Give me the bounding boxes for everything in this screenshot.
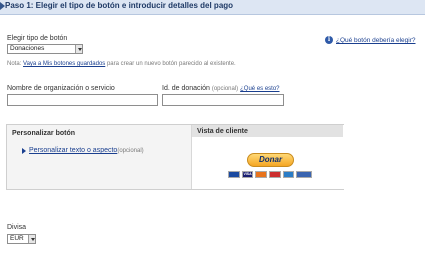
chevron-down-icon (28, 235, 35, 243)
button-type-selected: Donaciones (10, 45, 45, 52)
note-prefix: Nota: (7, 61, 24, 67)
customize-appearance-link[interactable]: Personalizar texto o aspecto (29, 147, 117, 154)
donate-button-preview: Donar (247, 153, 294, 167)
mastercard-icon (255, 171, 268, 178)
amex-card-icon (282, 171, 295, 178)
mastercard-alt-icon (269, 171, 281, 178)
payment-cards: VISA (228, 171, 312, 179)
customize-heading: Personalizar botón (12, 130, 76, 137)
button-type-select[interactable]: Donaciones (7, 44, 83, 54)
donation-id-label-row: Id. de donación (opcional) ¿Qué es esto? (162, 85, 280, 92)
organization-label: Nombre de organización o servicio (7, 85, 115, 92)
currency-label: Divisa (7, 224, 27, 231)
currency-select[interactable]: EUR (7, 234, 36, 244)
customer-view-heading: Vista de cliente (197, 128, 248, 135)
organization-input[interactable] (7, 94, 158, 106)
which-button-help-link[interactable]: ¿Qué botón debería elegir? (336, 37, 416, 44)
currency-selected: EUR (10, 235, 24, 242)
note-suffix: para crear un nuevo botón parecido al ex… (105, 61, 236, 67)
what-is-this-link[interactable]: ¿Qué es esto? (240, 86, 279, 92)
customize-link-row: Personalizar texto o aspecto(opcional) (29, 147, 144, 154)
help-icon[interactable]: i (325, 36, 333, 44)
expand-arrow-icon[interactable] (22, 148, 26, 154)
donation-id-label: Id. de donación (162, 85, 210, 92)
chevron-down-icon (75, 45, 82, 53)
button-type-label: Elegir tipo de botón (7, 35, 68, 42)
saved-buttons-link[interactable]: Vaya a Mis botones guardados (23, 61, 105, 67)
bank-transfer-icon (296, 171, 312, 178)
donation-id-optional: (opcional) (211, 86, 239, 92)
saved-buttons-note: Nota: Vaya a Mis botones guardados para … (7, 61, 236, 67)
step-title: Paso 1: Elegir el tipo de botón e introd… (5, 1, 234, 10)
maestro-card-icon (228, 171, 240, 178)
visa-card-icon: VISA (241, 171, 254, 178)
donation-id-input[interactable] (162, 94, 284, 106)
customize-optional: (opcional) (117, 148, 144, 154)
